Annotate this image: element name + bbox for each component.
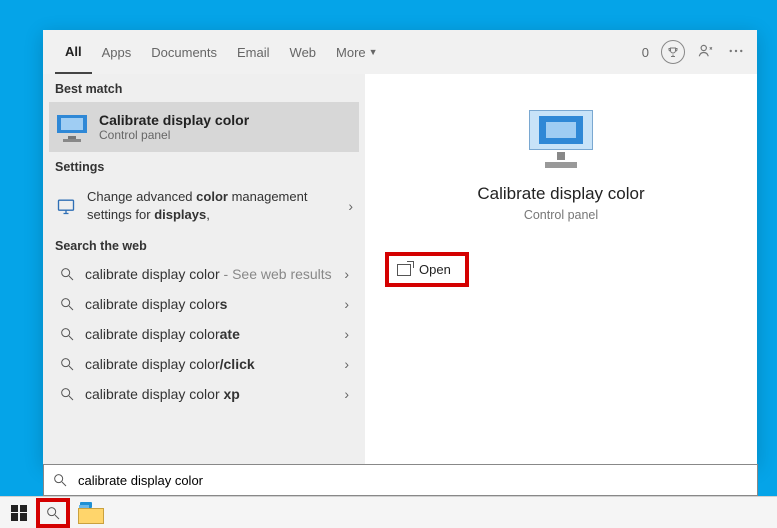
web-result[interactable]: calibrate display colors › (43, 289, 365, 319)
display-settings-icon (55, 195, 77, 217)
search-icon (59, 386, 75, 402)
taskbar-search-button[interactable] (36, 498, 70, 528)
tab-email[interactable]: Email (227, 30, 280, 74)
tab-all[interactable]: All (55, 30, 92, 74)
rewards-trophy-icon[interactable] (661, 40, 685, 64)
tab-more[interactable]: More ▼ (326, 30, 388, 74)
web-result[interactable]: calibrate display color - See web result… (43, 259, 365, 289)
section-web: Search the web (43, 231, 365, 259)
web-result-text: calibrate display color/click (85, 356, 255, 372)
chevron-right-icon: › (344, 356, 349, 372)
settings-result-text: Change advanced color management setting… (87, 188, 338, 223)
search-icon (59, 326, 75, 342)
preview-subtitle: Control panel (524, 208, 598, 222)
web-result-text: calibrate display colors (85, 296, 227, 312)
search-icon (45, 505, 61, 521)
best-match-subtitle: Control panel (99, 128, 249, 142)
monitor-large-icon (529, 110, 593, 168)
web-result[interactable]: calibrate display color xp › (43, 379, 365, 409)
web-result-text: calibrate display colorate (85, 326, 240, 342)
monitor-icon (57, 115, 87, 139)
chevron-right-icon: › (344, 266, 349, 282)
search-results-list: Best match Calibrate display color Contr… (43, 74, 365, 464)
search-icon (52, 472, 68, 488)
start-button[interactable] (4, 499, 34, 527)
rewards-score: 0 (642, 45, 649, 60)
settings-result[interactable]: Change advanced color management setting… (43, 180, 365, 231)
web-result-text: calibrate display color - See web result… (85, 266, 332, 282)
web-result[interactable]: calibrate display color/click › (43, 349, 365, 379)
open-label: Open (419, 262, 451, 277)
best-match-result[interactable]: Calibrate display color Control panel (49, 102, 359, 152)
chevron-right-icon: › (344, 326, 349, 342)
search-scope-tabs: All Apps Documents Email Web More ▼ 0 (43, 30, 757, 74)
chevron-right-icon: › (348, 198, 353, 214)
chevron-down-icon: ▼ (369, 47, 378, 57)
result-preview-pane: Calibrate display color Control panel Op… (365, 74, 757, 464)
web-result-text: calibrate display color xp (85, 386, 240, 402)
web-result[interactable]: calibrate display colorate › (43, 319, 365, 349)
more-options-icon[interactable] (727, 42, 745, 63)
chevron-right-icon: › (344, 296, 349, 312)
search-input[interactable] (76, 472, 749, 489)
search-icon (59, 296, 75, 312)
tab-more-label: More (336, 45, 366, 60)
preview-title: Calibrate display color (477, 184, 644, 204)
chevron-right-icon: › (344, 386, 349, 402)
taskbar (0, 496, 777, 528)
search-icon (59, 266, 75, 282)
tab-documents[interactable]: Documents (141, 30, 227, 74)
open-icon (397, 264, 411, 276)
search-input-bar[interactable] (43, 464, 758, 496)
best-match-title: Calibrate display color (99, 112, 249, 128)
search-icon (59, 356, 75, 372)
windows-logo-icon (11, 505, 27, 521)
tab-web[interactable]: Web (280, 30, 327, 74)
open-button[interactable]: Open (385, 252, 469, 287)
tab-apps[interactable]: Apps (92, 30, 142, 74)
section-best-match: Best match (43, 74, 365, 102)
file-explorer-button[interactable] (78, 502, 104, 524)
account-icon[interactable] (697, 42, 715, 63)
section-settings: Settings (43, 152, 365, 180)
windows-search-panel: All Apps Documents Email Web More ▼ 0 Be… (43, 30, 757, 464)
